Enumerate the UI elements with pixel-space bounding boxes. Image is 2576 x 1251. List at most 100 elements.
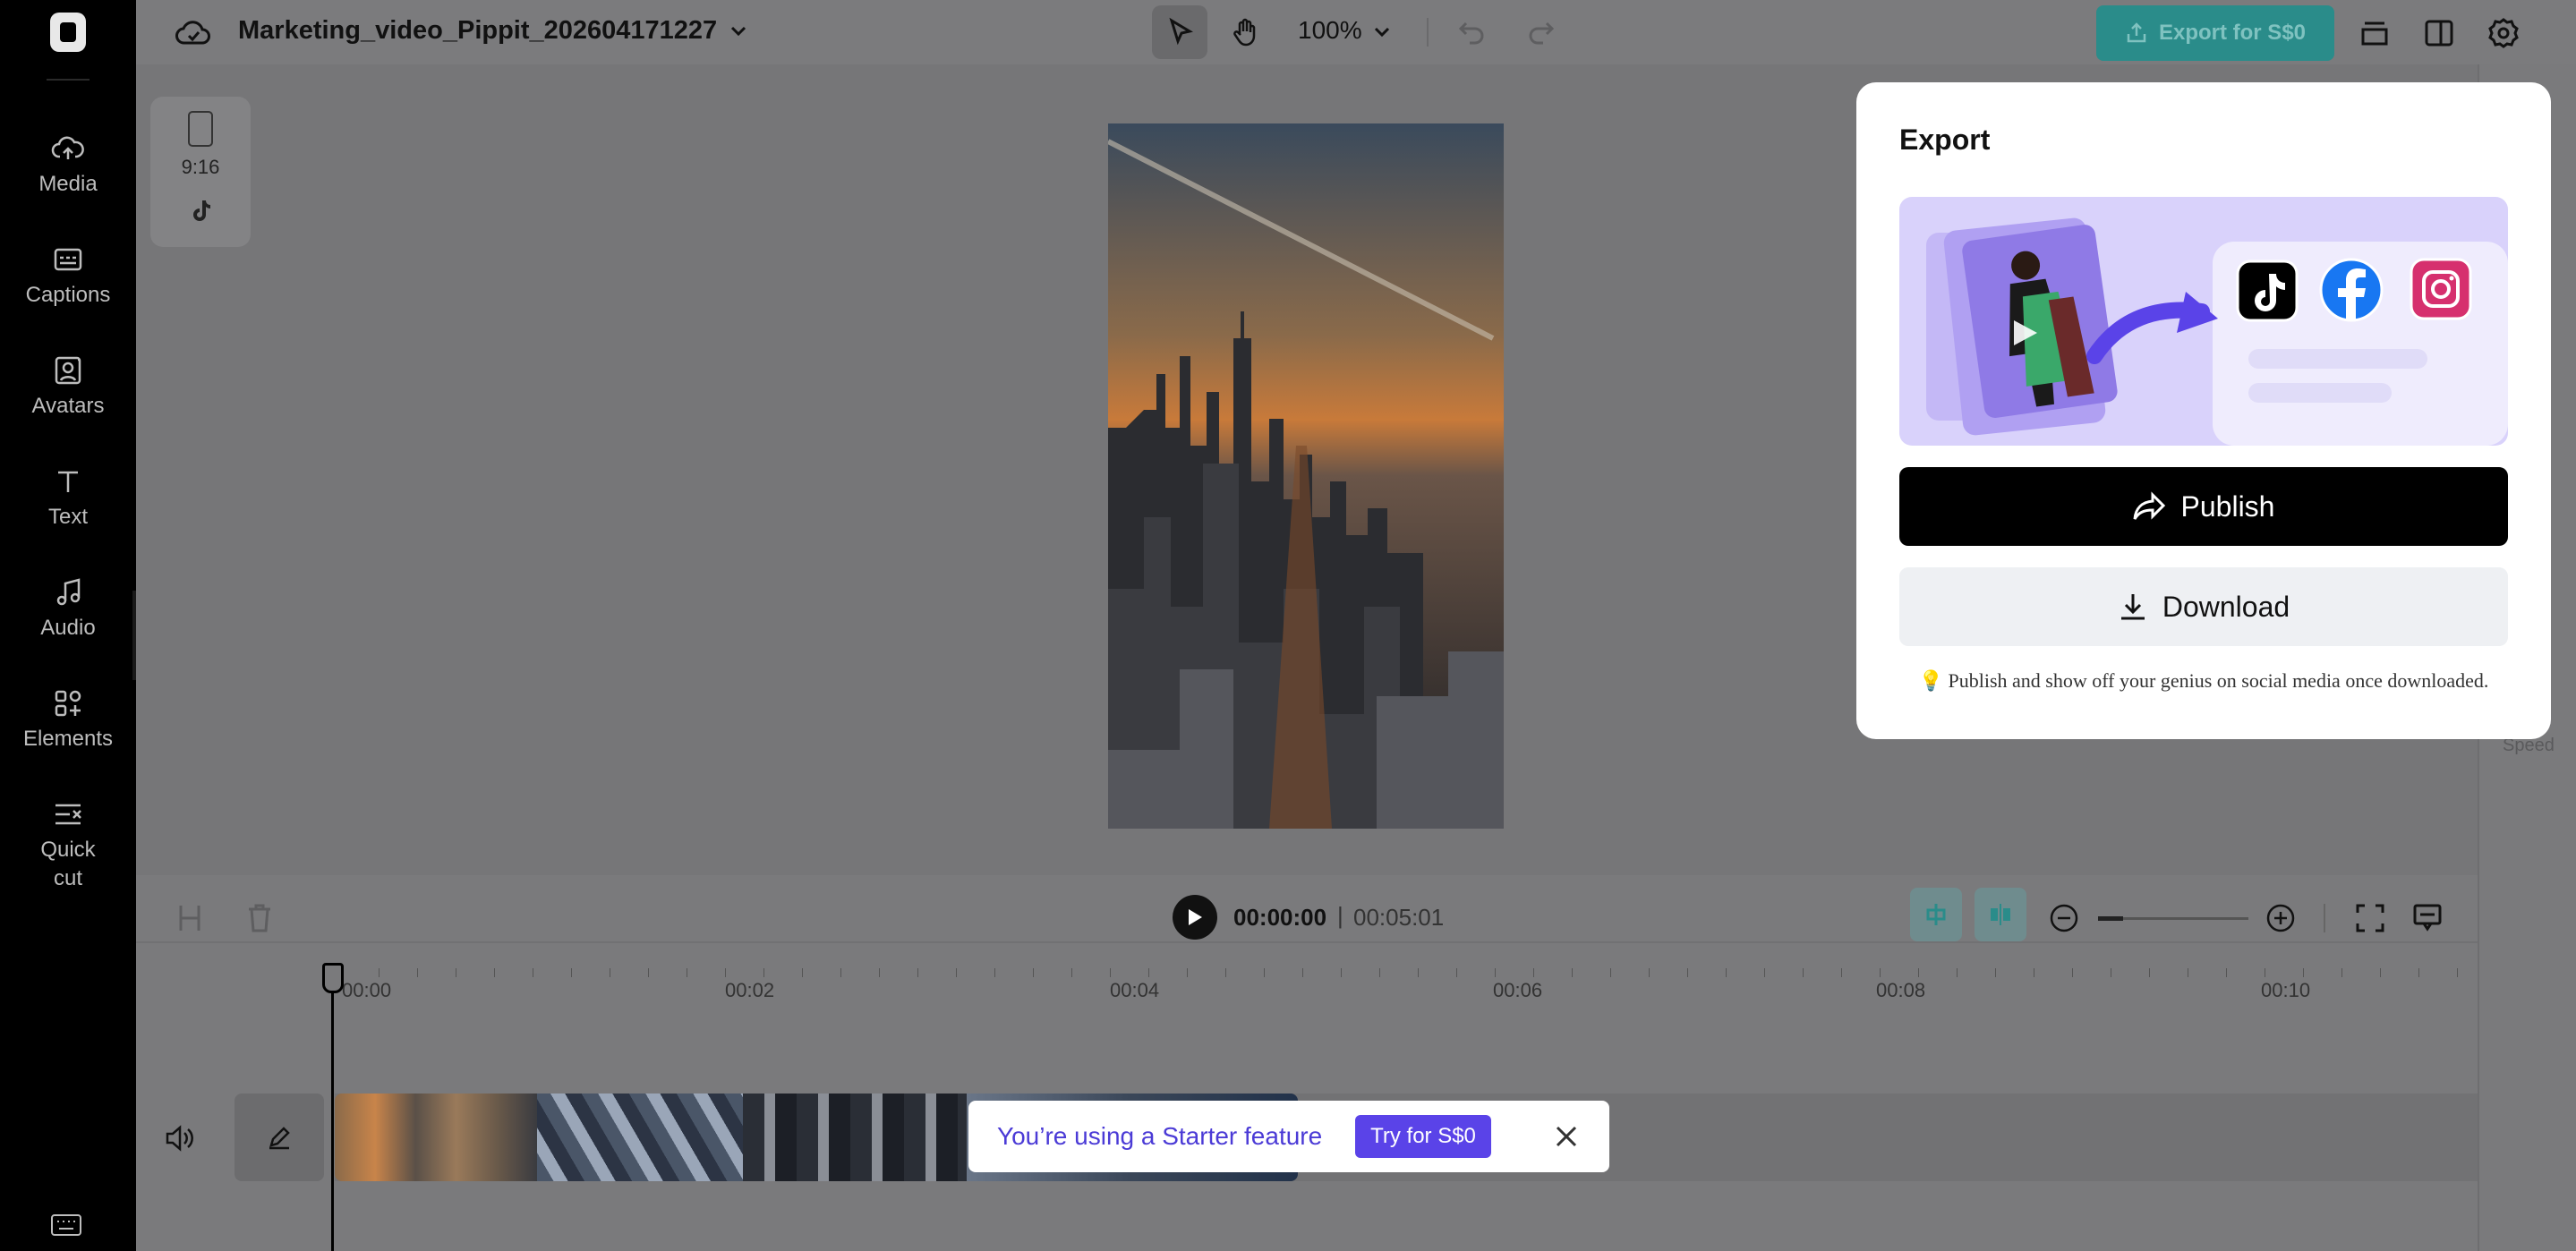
gear-icon[interactable] <box>2486 16 2521 50</box>
current-time: 00:00:00 <box>1233 904 1327 931</box>
ruler-tick <box>1572 968 1573 977</box>
ruler-tick <box>1803 968 1804 977</box>
ruler-tick <box>994 968 995 977</box>
sidebar-item-quick-cut[interactable]: Quick cut <box>0 796 136 893</box>
download-button[interactable]: Download <box>1899 567 2508 646</box>
toast-message: You’re using a Starter feature <box>997 1122 1323 1150</box>
ruler-tick <box>1918 968 1919 977</box>
chevron-down-icon[interactable] <box>1371 21 1393 43</box>
layers-icon[interactable] <box>2358 16 2392 50</box>
playhead-handle[interactable] <box>322 963 344 993</box>
ruler-tick <box>379 968 380 977</box>
text-icon <box>58 471 78 492</box>
time-separator: | <box>1337 902 1343 929</box>
ruler-tick <box>1649 968 1650 977</box>
redo-icon[interactable] <box>1525 16 1557 48</box>
download-label: Download <box>2162 590 2290 623</box>
ruler-label: 00:08 <box>1876 979 1926 1001</box>
cloud-upload-icon <box>51 136 84 159</box>
download-icon <box>2120 594 2145 620</box>
ruler-tick <box>1225 968 1226 977</box>
ruler-tick <box>1302 968 1303 977</box>
trash-icon[interactable] <box>245 902 274 934</box>
fullscreen-icon[interactable] <box>2354 902 2386 934</box>
ruler-tick <box>571 968 572 977</box>
ruler-tick <box>1418 968 1419 977</box>
comment-icon[interactable] <box>2411 902 2444 934</box>
select-tool-button[interactable] <box>1152 5 1207 59</box>
left-sidebar: Media Captions Avatars Text Audio Elemen… <box>0 0 136 1251</box>
zoom-level[interactable]: 100% <box>1298 16 1362 45</box>
ruler-tick <box>1726 968 1727 977</box>
auto-snap-button[interactable] <box>1975 888 2026 941</box>
ruler-tick <box>1456 968 1457 977</box>
zoom-out-icon[interactable] <box>2048 902 2080 934</box>
sidebar-item-label: Quick cut <box>40 838 96 890</box>
export-popup-title: Export <box>1899 123 1991 156</box>
sidebar-item-label: Elements <box>22 727 114 751</box>
project-title[interactable]: Marketing_video_Pippit_202604171227 <box>238 16 717 46</box>
ruler-tick <box>1264 968 1265 977</box>
ruler-tick <box>1533 968 1534 977</box>
toolbar-divider <box>1427 18 1429 47</box>
social-share-illustration <box>1926 217 2508 446</box>
ruler-tick <box>1187 968 1188 977</box>
sidebar-item-avatars[interactable]: Avatars <box>0 353 136 421</box>
export-button[interactable]: Export for S$0 <box>2096 5 2334 61</box>
split-icon[interactable] <box>175 902 204 934</box>
playhead-line[interactable] <box>331 981 334 1251</box>
hand-tool-button[interactable] <box>1219 5 1273 59</box>
share-arrow-icon <box>2133 491 2165 520</box>
sidebar-item-label: Media <box>38 172 98 196</box>
app-logo[interactable] <box>50 13 86 52</box>
cloud-icon[interactable] <box>175 16 211 48</box>
sidebar-item-audio[interactable]: Audio <box>0 574 136 643</box>
sidebar-item-media[interactable]: Media <box>0 131 136 199</box>
sidebar-item-elements[interactable]: Elements <box>0 685 136 753</box>
ruler-tick <box>2341 968 2342 977</box>
sidebar-item-label: Captions <box>25 283 111 307</box>
ruler-tick <box>1687 968 1688 977</box>
ruler-tick <box>1957 968 1958 977</box>
sidebar-divider <box>47 79 90 81</box>
try-button[interactable]: Try for S$0 <box>1355 1115 1491 1158</box>
ruler-tick <box>1033 968 1034 977</box>
ruler-tick <box>2226 968 2227 977</box>
ruler-label: 00:06 <box>1493 979 1543 1001</box>
play-button[interactable] <box>1173 895 1217 940</box>
ruler-label: 00:00 <box>342 979 392 1001</box>
zoom-in-icon[interactable] <box>2265 902 2297 934</box>
ruler-tick <box>763 968 764 977</box>
ruler-tick <box>802 968 803 977</box>
sidebar-item-captions[interactable]: Captions <box>0 242 136 310</box>
sidebar-item-label: Avatars <box>31 394 105 418</box>
export-popup: Export Publish Download 💡 Publish and sh… <box>1856 82 2551 739</box>
close-icon[interactable] <box>1550 1120 1582 1153</box>
ruler-tick <box>1880 968 1881 977</box>
chevron-down-icon[interactable] <box>727 20 750 43</box>
ruler-tick <box>1148 968 1149 977</box>
clip-thumb-city <box>335 1094 537 1181</box>
video-preview[interactable] <box>1108 123 1504 829</box>
top-bar: Marketing_video_Pippit_202604171227 100%… <box>136 0 2576 64</box>
timeline-zoom-handle[interactable] <box>2098 916 2123 921</box>
export-tip: 💡 Publish and show off your genius on so… <box>1918 669 2489 692</box>
aspect-ratio-panel[interactable]: 9:16 <box>150 97 251 247</box>
export-illustration <box>1899 197 2508 446</box>
panel-layout-icon[interactable] <box>2422 16 2456 50</box>
sidebar-item-label: Text <box>47 505 88 529</box>
ruler-tick <box>879 968 880 977</box>
starter-feature-toast: You’re using a Starter feature Try for S… <box>968 1101 1609 1172</box>
ruler-tick <box>494 968 495 977</box>
edit-track-button[interactable] <box>235 1094 324 1181</box>
sidebar-item-text[interactable]: Text <box>0 464 136 532</box>
publish-button[interactable]: Publish <box>1899 467 2508 546</box>
undo-icon[interactable] <box>1455 16 1488 48</box>
captions-icon <box>54 248 82 271</box>
magnet-snap-button[interactable] <box>1910 888 1962 941</box>
volume-icon[interactable] <box>163 1122 195 1154</box>
ruler-tick <box>1379 968 1380 977</box>
ruler-tick <box>840 968 841 977</box>
clip-thumb-people <box>743 1094 967 1181</box>
keyboard-icon[interactable] <box>50 1212 82 1238</box>
